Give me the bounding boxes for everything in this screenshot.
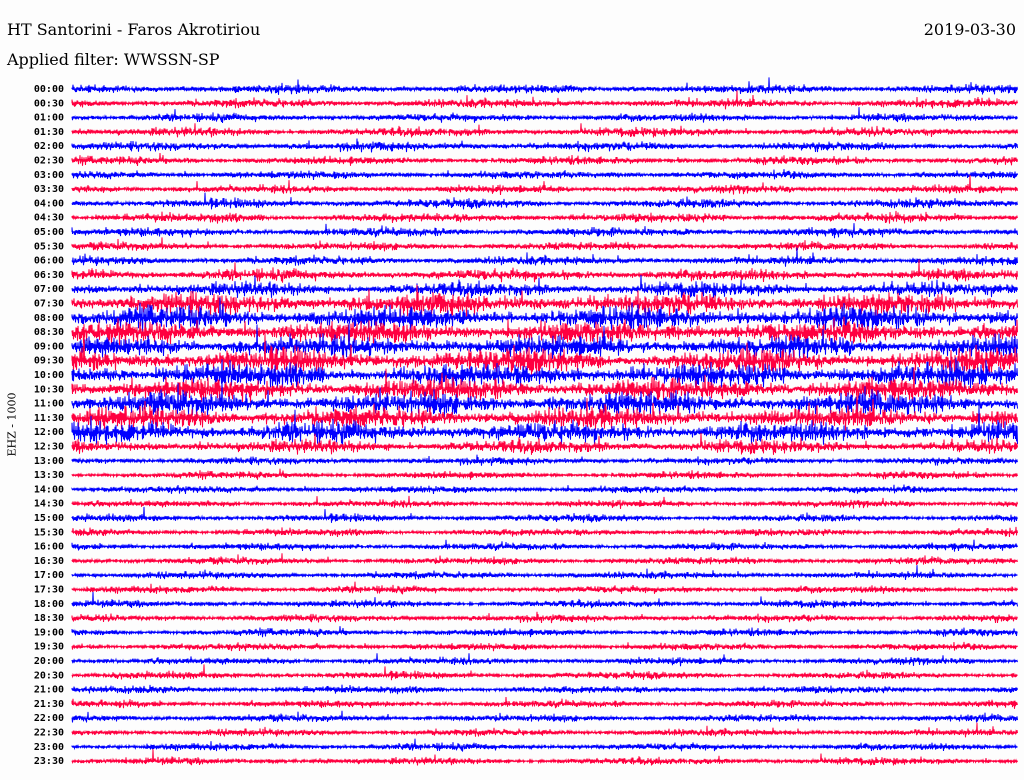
seismic-trace-0030	[71, 90, 1018, 110]
seismic-trace-0100	[71, 107, 1018, 124]
row-time-label: 01:30	[34, 127, 64, 138]
row-time-label: 13:30	[34, 470, 64, 481]
row-time-label: 23:30	[34, 756, 64, 767]
seismic-trace-1930	[71, 641, 1018, 652]
seismic-trace-1430	[71, 495, 1018, 509]
seismic-trace-1830	[71, 611, 1018, 624]
row-time-label: 10:00	[34, 370, 64, 381]
seismic-trace-1400	[71, 484, 1018, 494]
row-time-label: 04:30	[34, 213, 64, 224]
seismic-trace-1300	[71, 454, 1018, 466]
row-time-label: 19:00	[34, 627, 64, 638]
seismic-trace-1730	[71, 581, 1018, 595]
row-time-label: 17:30	[34, 585, 64, 596]
row-time-label: 09:00	[34, 341, 64, 352]
row-time-label: 11:30	[34, 413, 64, 424]
seismic-trace-0500	[71, 223, 1018, 239]
seismic-trace-0330	[71, 175, 1018, 196]
row-time-label: 19:30	[34, 642, 64, 653]
seismic-trace-1500	[71, 506, 1018, 523]
row-time-label: 20:00	[34, 656, 64, 667]
row-time-label: 15:00	[34, 513, 64, 524]
seismic-trace-2300	[71, 738, 1018, 752]
seismic-trace-1900	[71, 626, 1018, 638]
row-time-label: 08:00	[34, 313, 64, 324]
row-time-label: 12:30	[34, 442, 64, 453]
seismic-trace-1330	[71, 468, 1018, 480]
row-time-label: 17:00	[34, 570, 64, 581]
row-time-label: 14:00	[34, 484, 64, 495]
row-time-label: 21:30	[34, 699, 64, 710]
row-time-label: 21:00	[34, 685, 64, 696]
row-time-label: 20:30	[34, 670, 64, 681]
row-time-label: 07:00	[34, 284, 64, 295]
seismic-trace-0300	[71, 169, 1018, 180]
row-time-label: 04:00	[34, 198, 64, 209]
row-time-label: 08:30	[34, 327, 64, 338]
seismic-trace-1530	[71, 526, 1018, 538]
row-time-label: 11:00	[34, 399, 64, 410]
row-time-label: 01:00	[34, 113, 64, 124]
row-time-label: 07:30	[34, 299, 64, 310]
row-time-label: 16:00	[34, 542, 64, 553]
row-time-label: 03:00	[34, 170, 64, 181]
row-time-label: 06:00	[34, 256, 64, 267]
seismic-trace-0230	[71, 152, 1018, 166]
seismic-trace-1700	[71, 565, 1018, 581]
seismic-trace-0130	[71, 123, 1018, 138]
row-time-label: 22:00	[34, 713, 64, 724]
row-time-label: 00:00	[34, 84, 64, 95]
row-time-label: 10:30	[34, 384, 64, 395]
seismic-trace-2230	[71, 722, 1018, 738]
row-time-label: 09:30	[34, 356, 64, 367]
row-time-label: 02:00	[34, 141, 64, 152]
row-time-label: 22:30	[34, 728, 64, 739]
row-time-label: 03:30	[34, 184, 64, 195]
seismic-trace-1800	[71, 591, 1018, 609]
seismic-trace-0000	[71, 77, 1018, 95]
row-time-label: 18:30	[34, 613, 64, 624]
row-time-label: 13:00	[34, 456, 64, 467]
row-time-label: 23:00	[34, 742, 64, 753]
seismic-trace-1630	[71, 553, 1018, 566]
row-time-label: 05:30	[34, 241, 64, 252]
row-time-label: 00:30	[34, 98, 64, 109]
row-time-label: 18:00	[34, 599, 64, 610]
helicorder-plot: 00:00 00:30 01:00 01:30 02:00 02:30 03:00 03:30…	[34, 77, 1018, 767]
row-time-label: 16:30	[34, 556, 64, 567]
seismic-trace-1600	[71, 539, 1018, 552]
seismic-trace-0600	[71, 247, 1018, 267]
seismic-trace-0200	[71, 138, 1018, 153]
row-time-label: 05:00	[34, 227, 64, 238]
row-time-label: 15:30	[34, 527, 64, 538]
seismic-trace-2100	[71, 684, 1018, 695]
seismic-trace-2130	[71, 696, 1018, 709]
seismic-trace-0430	[71, 210, 1018, 224]
seismic-trace-2330	[71, 749, 1018, 766]
seismic-trace-2000	[71, 653, 1018, 667]
row-time-label: 14:30	[34, 499, 64, 510]
row-time-label: 12:00	[34, 427, 64, 438]
seismic-trace-2200	[71, 710, 1018, 723]
seismic-trace-2030	[71, 664, 1018, 681]
row-time-label: 02:30	[34, 156, 64, 167]
seismic-trace-0400	[71, 192, 1018, 210]
row-time-label: 06:30	[34, 270, 64, 281]
seismic-trace-0530	[71, 237, 1018, 252]
